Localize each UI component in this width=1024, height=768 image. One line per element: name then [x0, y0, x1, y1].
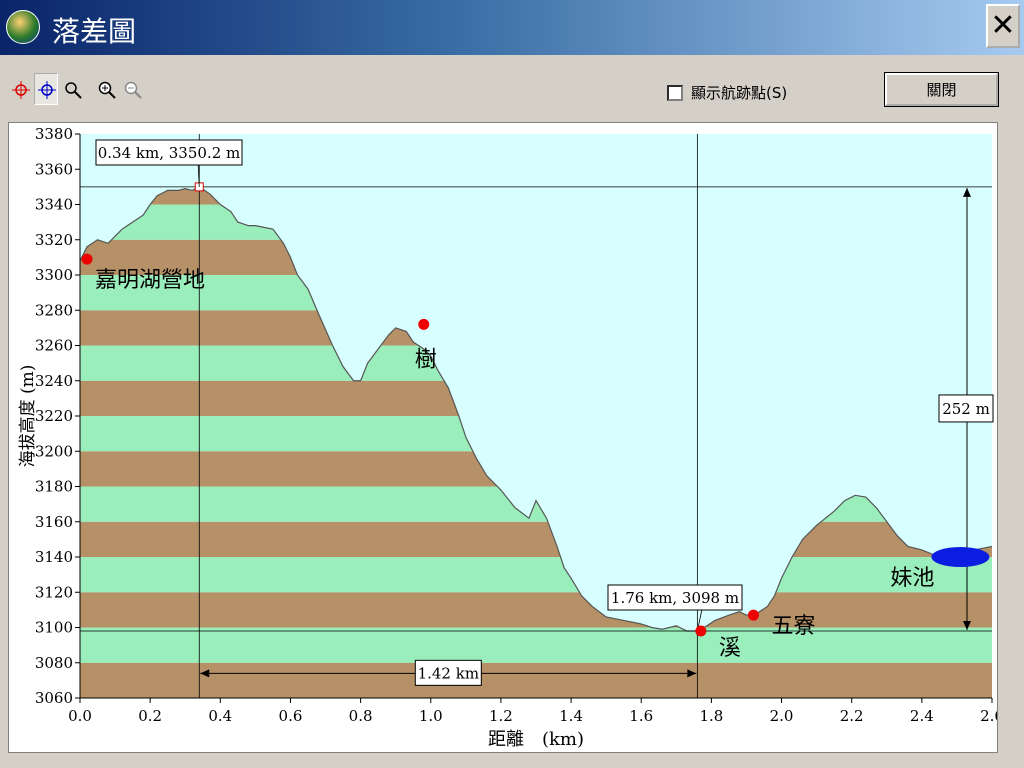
elevation-band [80, 557, 992, 593]
x-axis-title: 距離 (km) [488, 729, 584, 750]
lake-marker [931, 547, 990, 567]
waypoint-marker [81, 253, 93, 265]
cursor-low-label-text: 1.76 km, 3098 m [611, 589, 739, 607]
y-tick-label: 3080 [35, 654, 73, 672]
y-tick-label: 3140 [35, 548, 73, 566]
x-tick-label: 0.6 [279, 707, 303, 725]
y-tick-label: 3160 [35, 513, 73, 531]
close-button[interactable]: 關閉 [884, 72, 999, 107]
x-tick-label: 1.0 [419, 707, 443, 725]
globe-icon [6, 10, 40, 44]
x-tick-label: 0.4 [208, 707, 232, 725]
window-title: 落差圖 [52, 15, 137, 48]
zoom-in-icon [98, 81, 116, 99]
window-close-button[interactable]: ✕ [986, 4, 1020, 48]
distance-label-text: 1.42 km [418, 664, 479, 682]
y-axis-title: 海拔高度 (m) [18, 365, 38, 468]
y-tick-label: 3220 [35, 407, 73, 425]
blue-crosshair-tool-button[interactable] [34, 73, 58, 105]
waypoint-marker [695, 625, 707, 637]
waypoint-marker [747, 609, 759, 621]
waypoint-label: 嘉明湖營地 [95, 268, 205, 293]
elevation-band [80, 592, 992, 628]
waypoint-marker [418, 318, 430, 330]
title-bar: 落差圖 ✕ [0, 0, 1024, 55]
x-tick-label: 1.4 [559, 707, 583, 725]
x-tick-label: 0.2 [138, 707, 162, 725]
y-tick-label: 3060 [35, 689, 73, 707]
x-tick-label: 1.6 [629, 707, 653, 725]
y-tick-label: 3300 [35, 266, 73, 284]
magnifier-icon [65, 82, 82, 99]
zoom-in-button[interactable] [94, 73, 118, 105]
y-tick-label: 3240 [35, 372, 73, 390]
x-tick-label: 0.0 [68, 707, 92, 725]
lake-label: 妹池 [890, 566, 934, 591]
x-tick-label: 2.0 [770, 707, 794, 725]
crosshair-blue-icon [38, 81, 56, 99]
cursor-high-label-text: 0.34 km, 3350.2 m [98, 144, 241, 162]
x-tick-label: 2.6 [980, 707, 997, 725]
elevation-band [80, 521, 992, 557]
x-tick-label: 2.2 [840, 707, 864, 725]
x-tick-label: 2.4 [910, 707, 934, 725]
crosshair-red-icon [12, 81, 30, 99]
x-tick-label: 0.8 [349, 707, 373, 725]
waypoint-label: 溪 [719, 636, 741, 661]
y-tick-label: 3360 [35, 160, 73, 178]
elevation-band [80, 627, 992, 663]
y-tick-label: 3380 [35, 125, 73, 143]
y-tick-label: 3260 [35, 337, 73, 355]
elevation-band [80, 662, 992, 698]
zoom-out-button[interactable] [120, 73, 144, 105]
y-tick-label: 3180 [35, 478, 73, 496]
y-tick-label: 3120 [35, 583, 73, 601]
y-tick-label: 3280 [35, 301, 73, 319]
chart-svg: 3060 3080 3100 3120 3140 3160 3180 3200 3220 3240… [18, 125, 997, 750]
waypoint-label: 五寮 [771, 614, 815, 639]
y-tick-label: 3100 [35, 619, 73, 637]
zoom-out-icon [124, 81, 142, 99]
y-tick-label: 3320 [35, 231, 73, 249]
show-waypoints-checkbox[interactable] [667, 84, 683, 101]
elevation-diff-label-text: 252 m [942, 400, 990, 418]
red-crosshair-tool-button[interactable] [8, 73, 32, 105]
elevation-profile-chart[interactable]: 3060 3080 3100 3120 3140 3160 3180 3200 3220 3240… [8, 122, 998, 753]
show-waypoints-label: 顯示航跡點(S) [691, 84, 788, 102]
x-tick-label: 1.2 [489, 707, 513, 725]
y-tick-label: 3200 [35, 442, 73, 460]
show-waypoints-option[interactable]: 顯示航跡點(S) [667, 82, 787, 103]
magnifier-tool-button[interactable] [60, 73, 84, 105]
y-tick-label: 3340 [35, 196, 73, 214]
x-tick-label: 1.8 [699, 707, 723, 725]
waypoint-label: 樹 [415, 347, 437, 372]
